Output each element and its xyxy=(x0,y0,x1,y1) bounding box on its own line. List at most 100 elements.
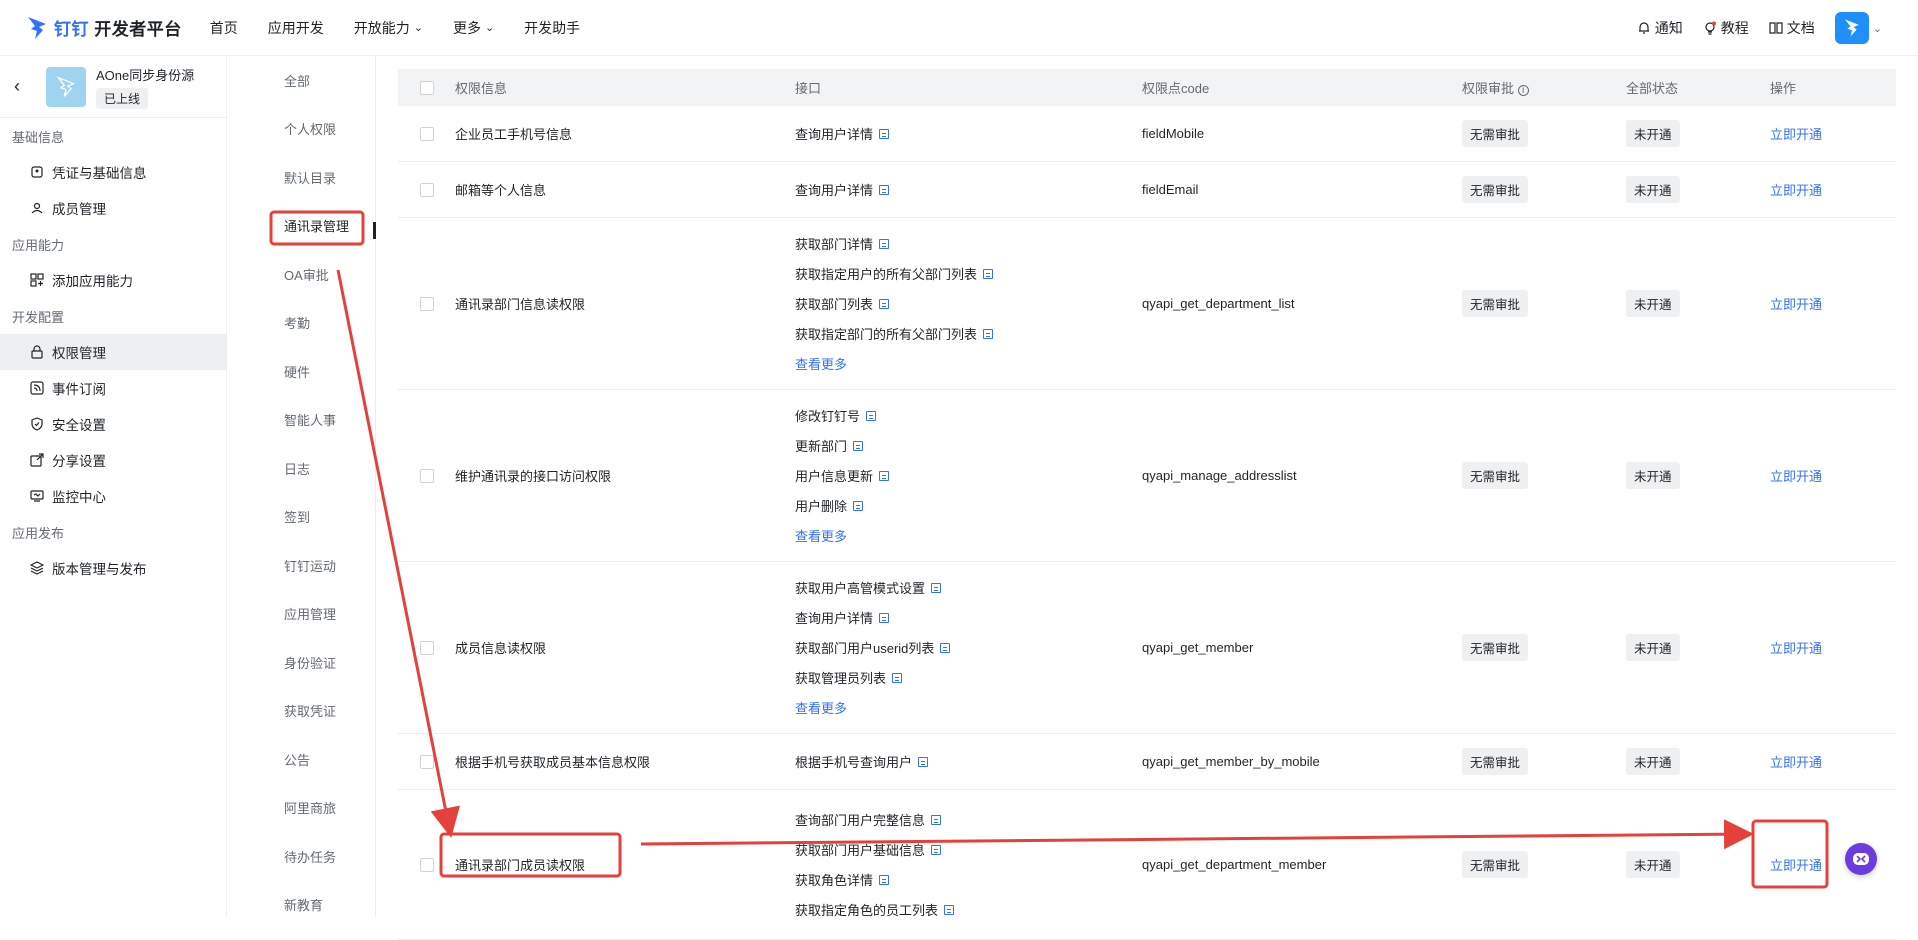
api-item[interactable]: 查询用户详情 xyxy=(795,119,1142,149)
row-checkbox[interactable] xyxy=(419,468,434,483)
doc-link-icon[interactable] xyxy=(931,582,942,593)
category-item[interactable]: 智能人事 xyxy=(242,396,375,445)
row-checkbox[interactable] xyxy=(419,640,434,655)
nav-item-2[interactable]: 开放能力 ⌄ xyxy=(354,18,423,38)
notify-link[interactable]: 通知 xyxy=(1637,18,1683,38)
doc-link-icon[interactable] xyxy=(944,904,955,915)
nav-item-0[interactable]: 首页 xyxy=(210,18,238,38)
api-item[interactable]: 获取部门详情 xyxy=(795,229,1142,259)
doc-link-icon[interactable] xyxy=(879,612,890,623)
api-item[interactable]: 获取部门列表 xyxy=(795,289,1142,319)
category-item[interactable]: 获取凭证 xyxy=(242,687,375,736)
doc-link-icon[interactable] xyxy=(940,642,951,653)
tutorial-link[interactable]: 教程 xyxy=(1703,18,1749,38)
category-item[interactable]: 身份验证 xyxy=(242,638,375,687)
doc-link-icon[interactable] xyxy=(931,814,942,825)
view-more-link[interactable]: 查看更多 xyxy=(795,698,847,717)
sidebar-item-label: 安全设置 xyxy=(52,418,106,433)
doc-link-icon[interactable] xyxy=(879,128,890,139)
doc-link-icon[interactable] xyxy=(853,440,864,451)
doc-link-icon[interactable] xyxy=(918,756,929,767)
category-item[interactable]: 签到 xyxy=(242,493,375,542)
select-all-checkbox[interactable] xyxy=(419,80,434,95)
category-item[interactable]: 公告 xyxy=(242,735,375,784)
dingtalk-logo[interactable]: 钉钉 开发者平台 xyxy=(26,15,182,41)
api-item[interactable]: 获取用户高管模式设置 xyxy=(795,573,1142,603)
back-arrow-icon[interactable]: ‹ xyxy=(14,76,28,97)
api-item[interactable]: 用户删除 xyxy=(795,491,1142,521)
doc-link-icon[interactable] xyxy=(879,298,890,309)
doc-link-icon[interactable] xyxy=(983,328,994,339)
doc-link-icon[interactable] xyxy=(931,844,942,855)
category-item[interactable]: 全部 xyxy=(242,56,375,105)
api-item[interactable]: 查询部门用户完整信息 xyxy=(795,805,1142,835)
api-item[interactable]: 根据手机号查询用户 xyxy=(795,747,1142,777)
api-item[interactable]: 获取指定用户的所有父部门列表 xyxy=(795,259,1142,289)
category-item[interactable]: 应用管理 xyxy=(242,590,375,639)
doc-link-icon[interactable] xyxy=(879,470,890,481)
category-item[interactable]: 硬件 xyxy=(242,347,375,396)
enable-now-link[interactable]: 立即开通 xyxy=(1770,183,1822,198)
enable-now-link[interactable]: 立即开通 xyxy=(1770,858,1822,873)
row-checkbox[interactable] xyxy=(419,126,434,141)
doc-link-icon[interactable] xyxy=(879,874,890,885)
category-item[interactable]: 通讯录管理 xyxy=(242,202,375,251)
docs-link[interactable]: 文档 xyxy=(1769,18,1815,38)
enable-now-link[interactable]: 立即开通 xyxy=(1770,297,1822,312)
enable-now-link[interactable]: 立即开通 xyxy=(1770,755,1822,770)
doc-link-icon[interactable] xyxy=(853,500,864,511)
view-more-link[interactable]: 查看更多 xyxy=(795,526,847,545)
doc-link-icon[interactable] xyxy=(866,410,877,421)
api-item[interactable]: 用户信息更新 xyxy=(795,461,1142,491)
category-item[interactable]: 默认目录 xyxy=(242,153,375,202)
api-item[interactable]: 获取指定部门的所有父部门列表 xyxy=(795,319,1142,349)
doc-link-icon[interactable] xyxy=(983,268,994,279)
docs-label: 文档 xyxy=(1786,20,1815,36)
doc-link-icon[interactable] xyxy=(879,184,890,195)
api-item[interactable]: 更新部门 xyxy=(795,431,1142,461)
sidebar-item-lock[interactable]: 权限管理 xyxy=(0,334,226,370)
sidebar-item-shield[interactable]: 安全设置 xyxy=(0,406,226,442)
category-item[interactable]: 待办任务 xyxy=(242,832,375,881)
doc-link-icon[interactable] xyxy=(892,672,903,683)
row-checkbox[interactable] xyxy=(419,857,434,872)
sidebar-item-rss[interactable]: 事件订阅 xyxy=(0,370,226,406)
category-item[interactable]: 考勤 xyxy=(242,299,375,348)
api-item[interactable]: 查询用户详情 xyxy=(795,175,1142,205)
layers-icon xyxy=(30,561,44,575)
nav-item-4[interactable]: 开发助手 xyxy=(524,18,580,38)
doc-link-icon[interactable] xyxy=(879,238,890,249)
enable-now-link[interactable]: 立即开通 xyxy=(1770,641,1822,656)
row-checkbox[interactable] xyxy=(419,754,434,769)
enable-now-link[interactable]: 立即开通 xyxy=(1770,127,1822,142)
api-item[interactable]: 获取指定角色的员工列表 xyxy=(795,895,1142,925)
category-item[interactable]: 个人权限 xyxy=(242,105,375,154)
row-checkbox[interactable] xyxy=(419,296,434,311)
api-item[interactable]: 修改钉钉号 xyxy=(795,401,1142,431)
category-item[interactable]: OA审批 xyxy=(242,250,375,299)
api-item[interactable]: 获取部门用户基础信息 xyxy=(795,835,1142,865)
header-review[interactable]: 权限审批 i xyxy=(1462,78,1626,97)
row-checkbox[interactable] xyxy=(419,182,434,197)
view-more-link[interactable]: 查看更多 xyxy=(795,354,847,373)
category-item[interactable]: 阿里商旅 xyxy=(242,784,375,833)
assistant-float-button[interactable] xyxy=(1845,843,1877,875)
user-menu[interactable]: ⌄ xyxy=(1834,12,1882,44)
api-item[interactable]: 获取角色详情 xyxy=(795,865,1142,895)
api-item[interactable]: 查询用户详情 xyxy=(795,603,1142,633)
sidebar-item-share[interactable]: 分享设置 xyxy=(0,442,226,478)
sidebar-item-member[interactable]: 成员管理 xyxy=(0,190,226,226)
api-item[interactable]: 获取管理员列表 xyxy=(795,663,1142,693)
api-item[interactable]: 获取部门用户userid列表 xyxy=(795,633,1142,663)
nav-item-1[interactable]: 应用开发 xyxy=(268,18,324,38)
category-item[interactable]: 日志 xyxy=(242,444,375,493)
sidebar-item-layers[interactable]: 版本管理与发布 xyxy=(0,550,226,586)
nav-item-3[interactable]: 更多 ⌄ xyxy=(453,18,494,38)
sidebar-item-monitor[interactable]: 监控中心 xyxy=(0,478,226,514)
header-state-filter[interactable]: 全部状态 xyxy=(1626,78,1770,97)
sidebar-item-credential[interactable]: 凭证与基础信息 xyxy=(0,154,226,190)
enable-now-link[interactable]: 立即开通 xyxy=(1770,469,1822,484)
sidebar-item-grid[interactable]: 添加应用能力 xyxy=(0,262,226,298)
category-item[interactable]: 新教育 xyxy=(242,881,375,930)
category-item[interactable]: 钉钉运动 xyxy=(242,541,375,590)
